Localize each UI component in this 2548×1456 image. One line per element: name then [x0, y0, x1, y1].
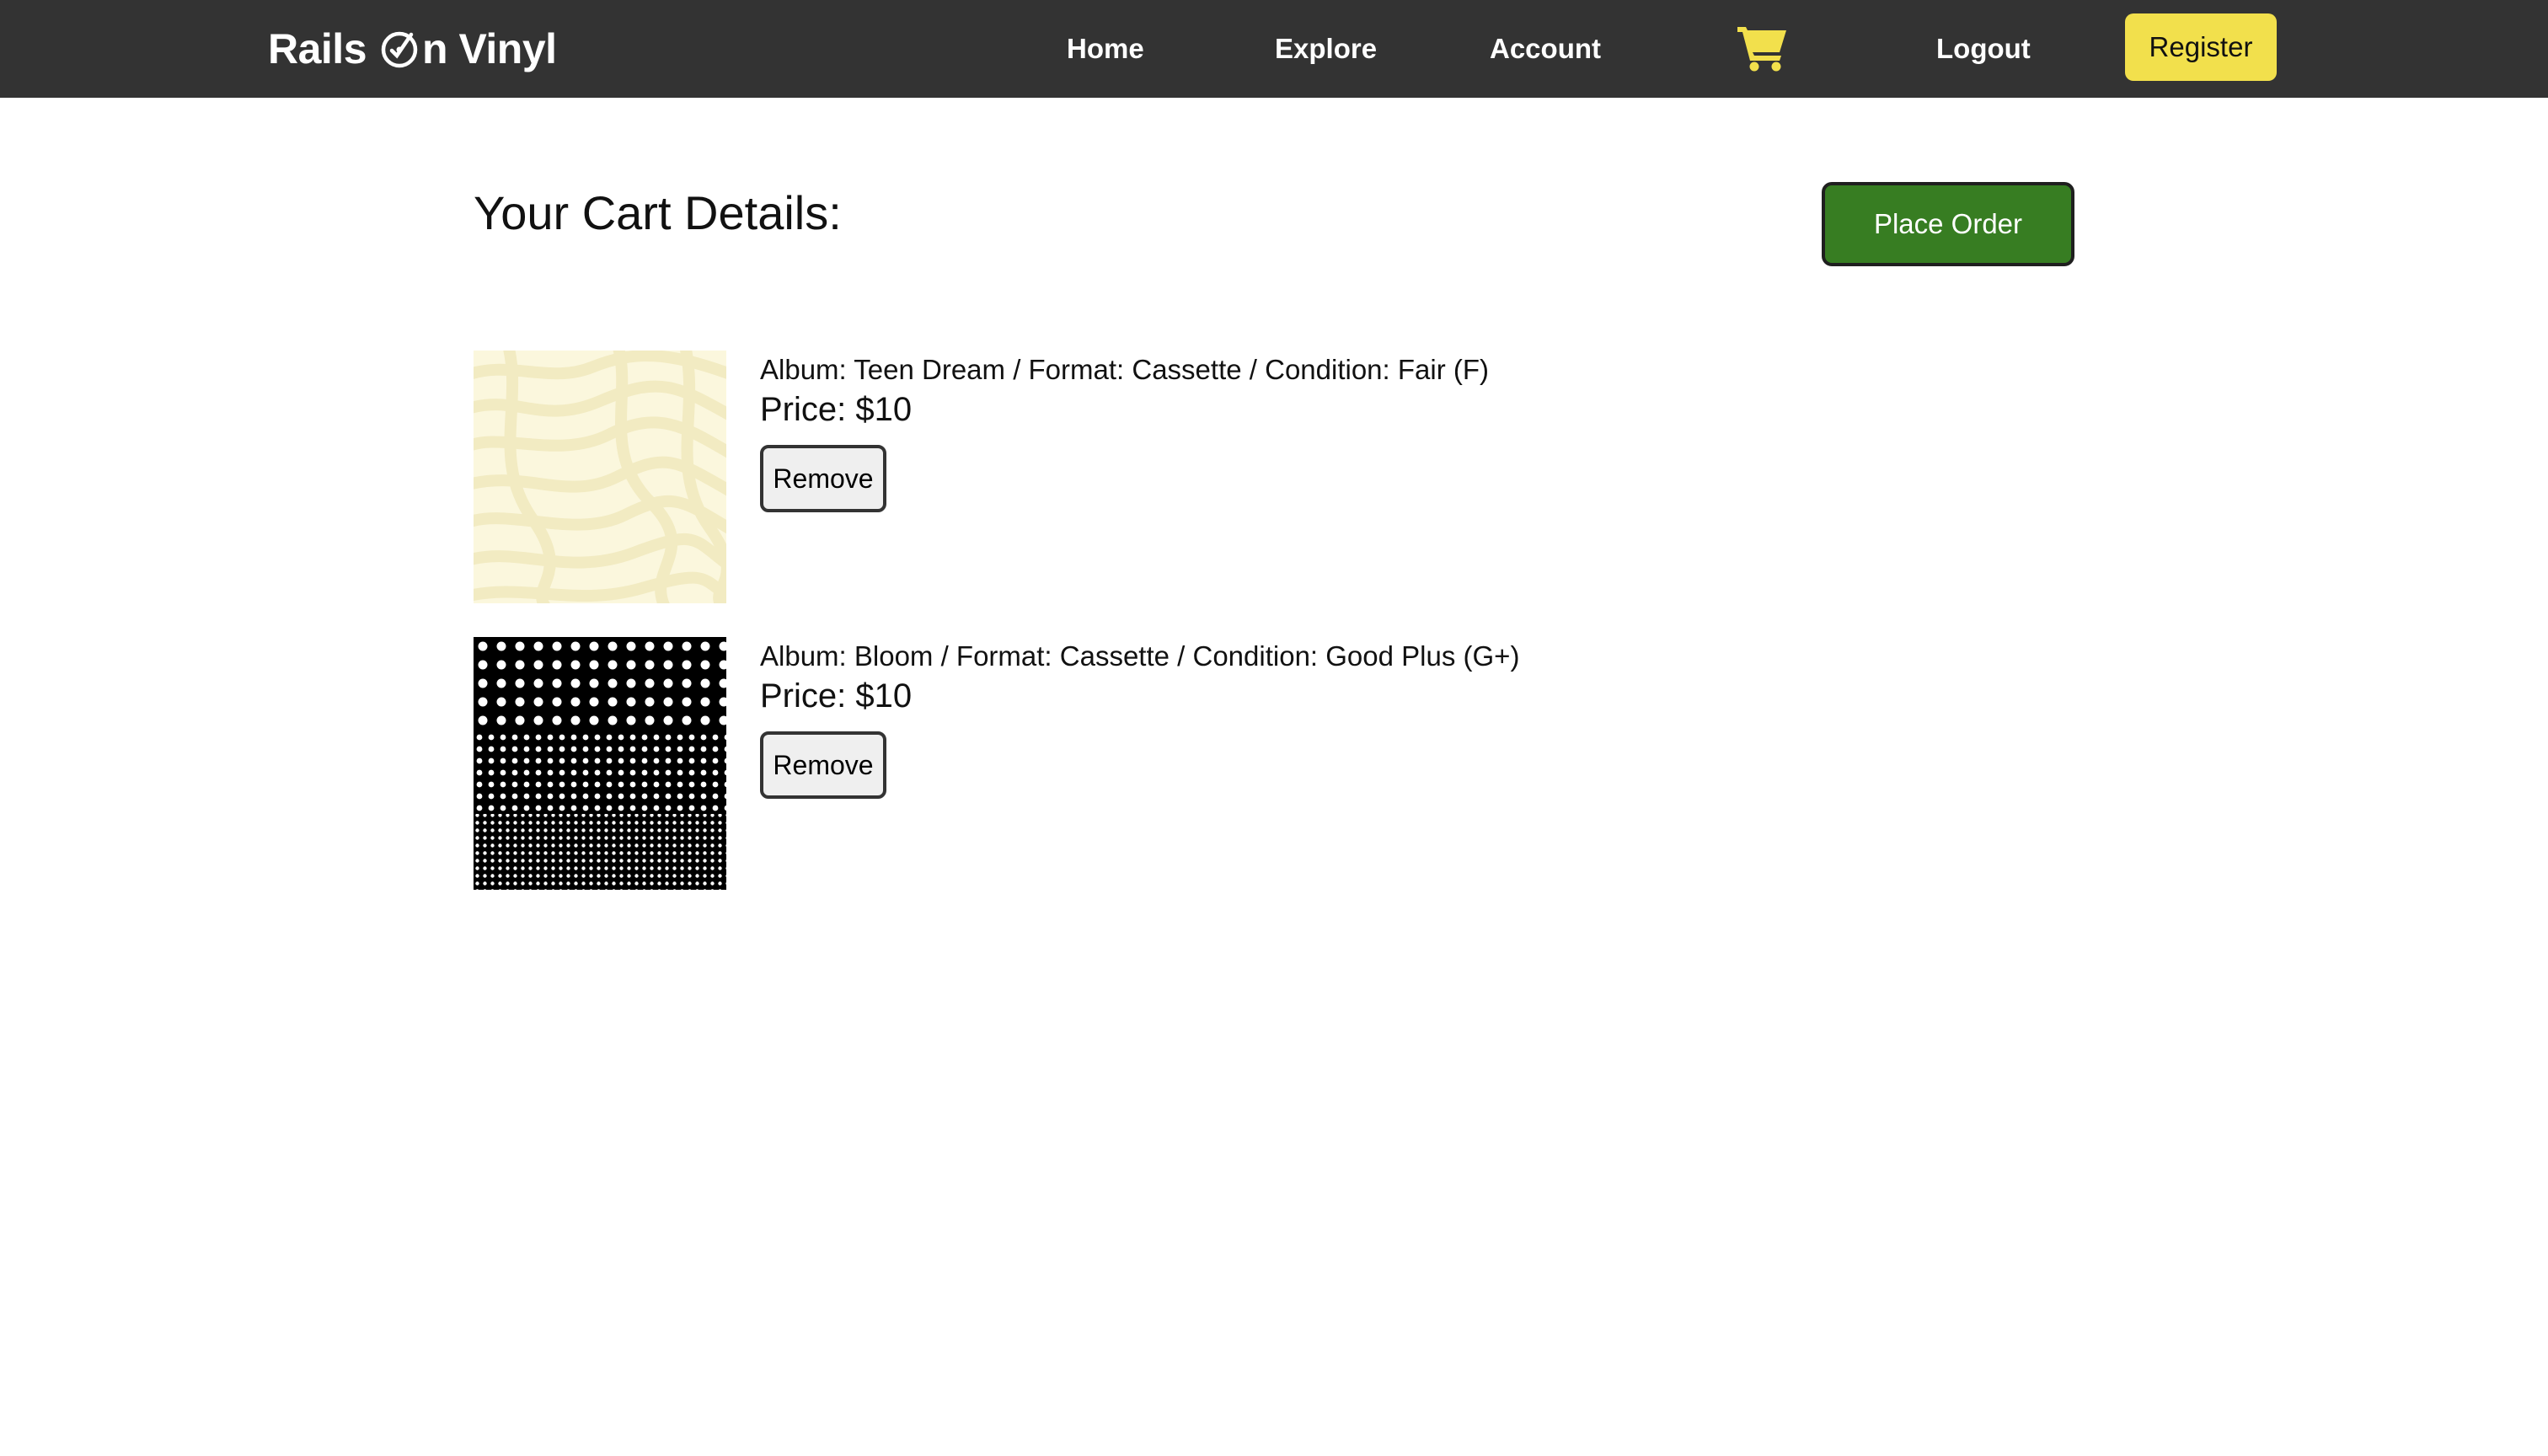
album-cover-image — [474, 637, 726, 890]
top-navbar: Rails n Vinyl Home Explore Account Logou… — [0, 0, 2548, 98]
item-price: Price: $10 — [760, 391, 913, 428]
brand-prefix: Rails — [268, 25, 367, 72]
brand-suffix: n Vinyl — [422, 25, 557, 72]
shopping-cart-icon[interactable] — [1736, 22, 1790, 72]
remove-button[interactable]: Remove — [760, 445, 886, 512]
register-button[interactable]: Register — [2125, 13, 2277, 81]
item-description: Album: Teen Dream / Format: Cassette / C… — [760, 354, 1490, 385]
place-order-button[interactable]: Place Order — [1822, 182, 2074, 266]
nav-explore[interactable]: Explore — [1275, 29, 1377, 69]
item-price: Price: $10 — [760, 677, 913, 715]
item-description: Album: Bloom / Format: Cassette / Condit… — [760, 640, 1520, 672]
nav-account[interactable]: Account — [1490, 29, 1601, 69]
brand-logo[interactable]: Rails n Vinyl — [268, 24, 557, 74]
remove-button[interactable]: Remove — [760, 731, 886, 799]
cart-item: Album: Teen Dream / Format: Cassette / C… — [474, 351, 1653, 603]
cart-item: Album: Bloom / Format: Cassette / Condit… — [474, 637, 1653, 890]
nav-home[interactable]: Home — [1067, 29, 1144, 69]
page-title: Your Cart Details: — [474, 186, 842, 239]
nav-logout[interactable]: Logout — [1936, 29, 2031, 69]
vinyl-record-icon — [381, 31, 418, 68]
album-cover-image — [474, 351, 726, 603]
